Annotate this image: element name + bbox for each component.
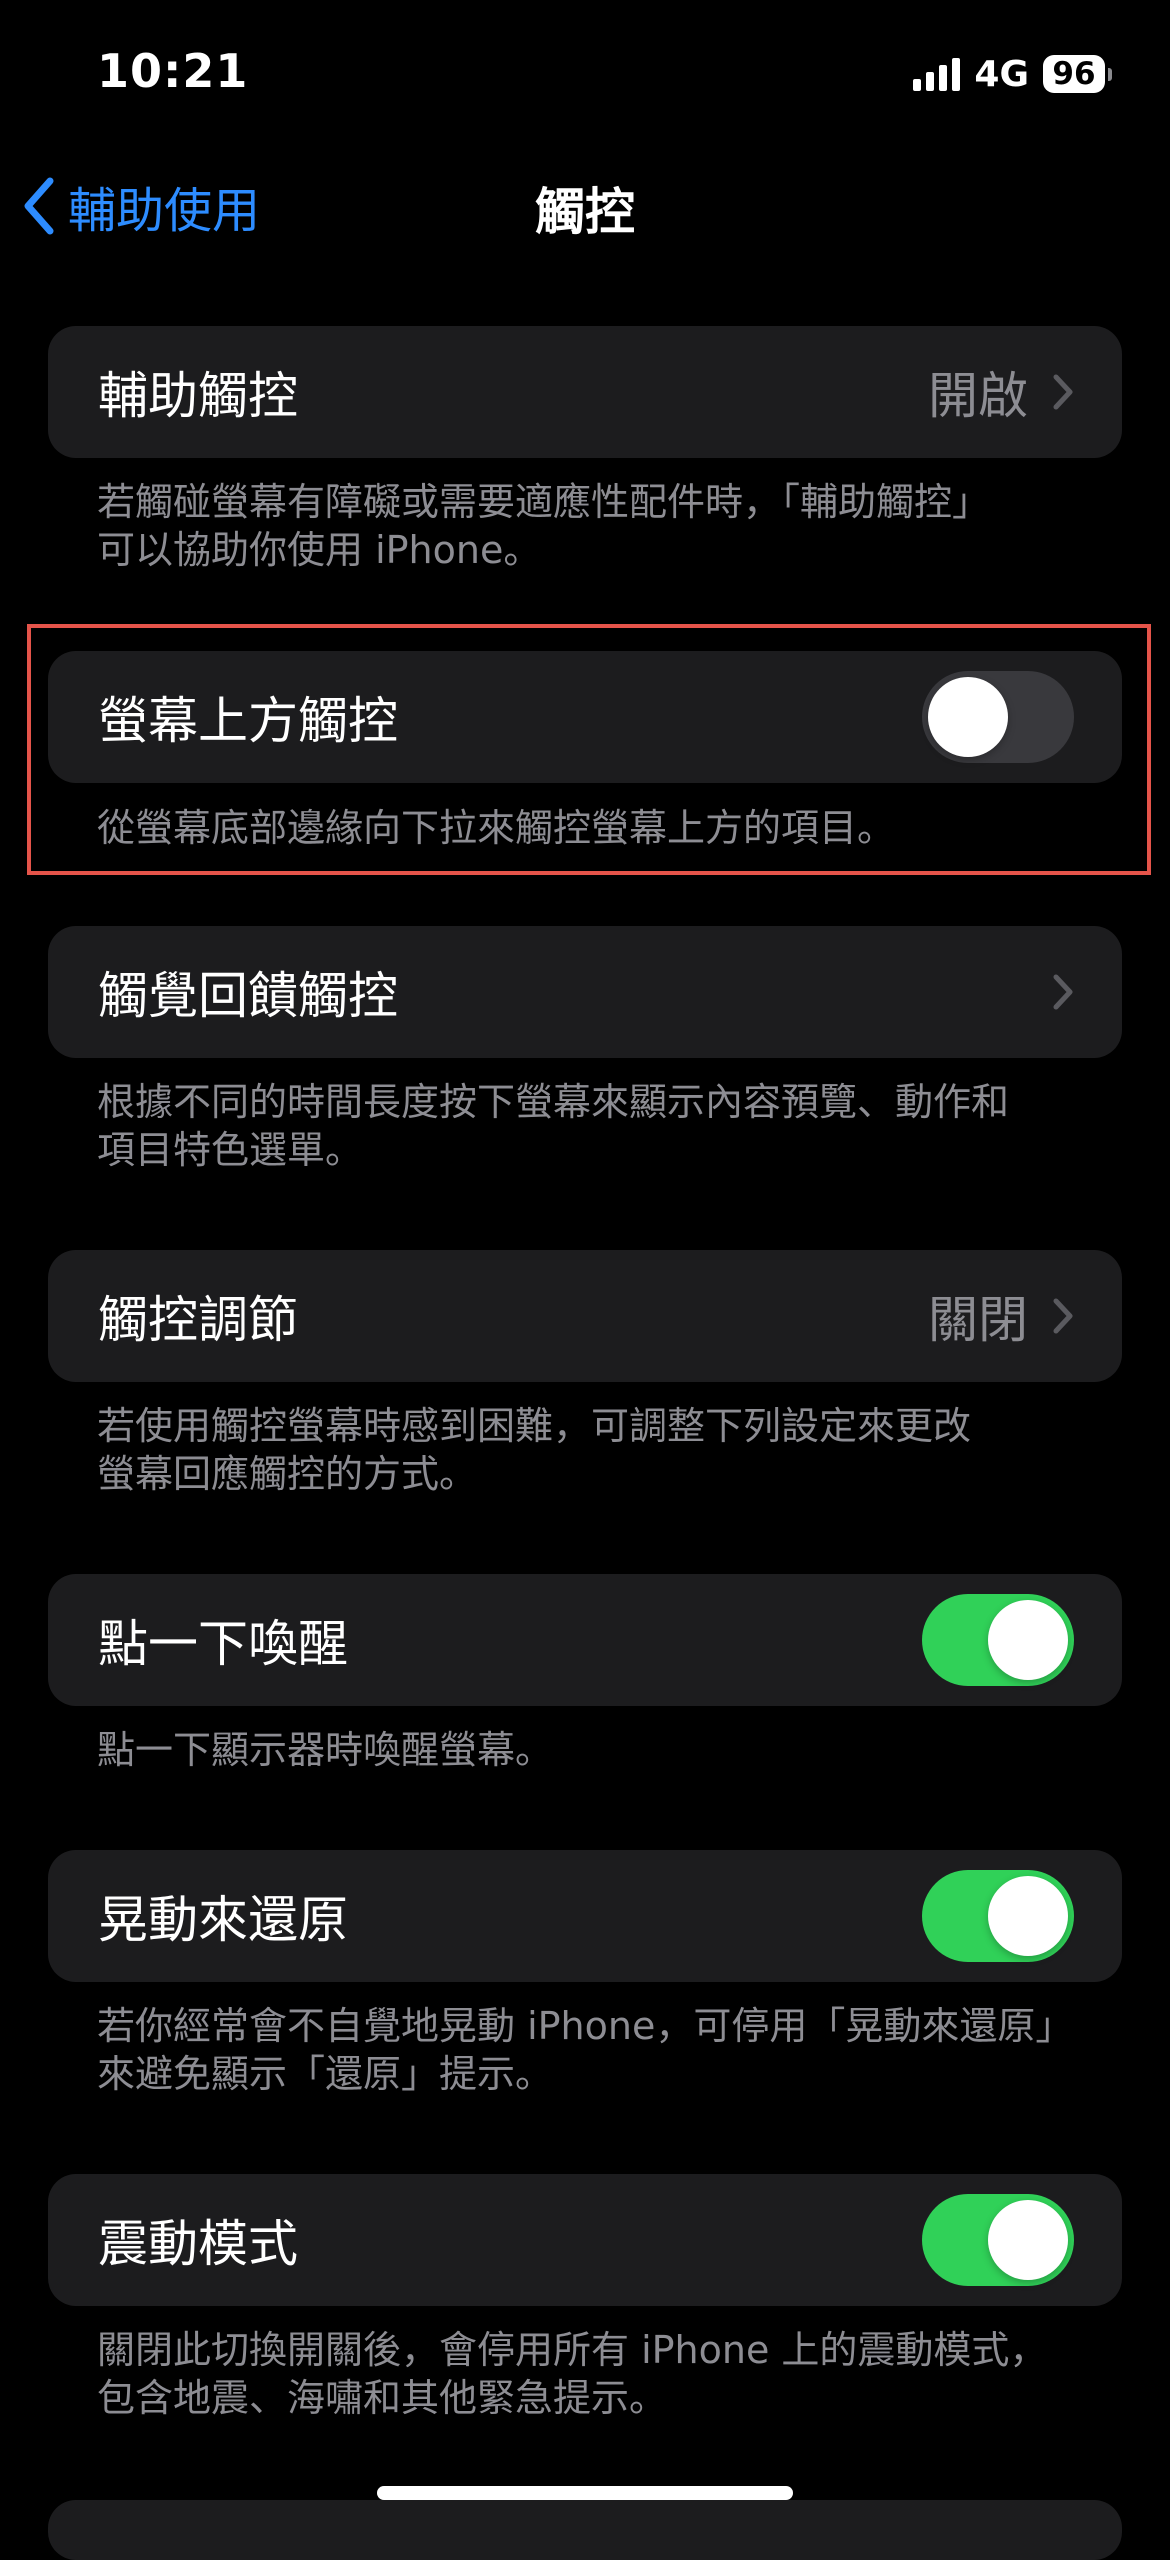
next-row-partial: [48, 2500, 1122, 2560]
row-label: 輔助觸控: [98, 367, 298, 425]
row-footnote: 根據不同的時間長度按下螢幕來顯示內容預覽、動作和 項目特色選單。: [97, 1078, 1097, 1174]
vibration-toggle[interactable]: [922, 2194, 1074, 2286]
haptic-touch-row[interactable]: 觸覺回饋觸控: [48, 926, 1122, 1058]
row-label: 點一下喚醒: [98, 1615, 348, 1673]
footnote-line: 關閉此切換開關後，會停用所有 iPhone 上的震動模式，: [97, 2328, 1048, 2372]
shake-to-undo-toggle[interactable]: [922, 1870, 1074, 1962]
assistive-touch-row[interactable]: 輔助觸控 開啟: [48, 326, 1122, 458]
chevron-right-icon: [1052, 373, 1074, 411]
toggle-knob: [988, 1600, 1068, 1680]
footnote-line: 可以協助你使用 iPhone。: [97, 528, 542, 572]
home-indicator: [377, 2486, 793, 2500]
reachability-row: 螢幕上方觸控: [48, 651, 1122, 783]
footnote-line: 從螢幕底部邊緣向下拉來觸控螢幕上方的項目。: [97, 806, 896, 850]
status-bar: 10:21 4G 96: [0, 0, 1170, 150]
row-footnote: 從螢幕底部邊緣向下拉來觸控螢幕上方的項目。: [97, 804, 1097, 852]
row-footnote: 若使用觸控螢幕時感到困難，可調整下列設定來更改 螢幕回應觸控的方式。: [97, 1402, 1097, 1498]
row-footnote: 若觸碰螢幕有障礙或需要適應性配件時，「輔助觸控」 可以協助你使用 iPhone。: [97, 478, 1097, 574]
footnote-line: 來避免顯示「還原」提示。: [97, 2052, 554, 2096]
footnote-line: 若觸碰螢幕有障礙或需要適應性配件時，「輔助觸控」: [97, 480, 991, 524]
footnote-line: 項目特色選單。: [97, 1128, 364, 1172]
footnote-line: 若你經常會不自覺地晃動 iPhone，可停用「晃動來還原」: [97, 2004, 1074, 2048]
toggle-knob: [988, 1876, 1068, 1956]
signal-icon: [913, 57, 961, 91]
battery-level: 96: [1043, 55, 1105, 93]
footnote-line: 包含地震、海嘯和其他緊急提示。: [97, 2376, 668, 2420]
row-label: 觸覺回饋觸控: [98, 967, 398, 1025]
row-label: 螢幕上方觸控: [98, 692, 398, 750]
chevron-right-icon: [1052, 1297, 1074, 1335]
vibration-row: 震動模式: [48, 2174, 1122, 2306]
row-label: 晃動來還原: [98, 1891, 348, 1949]
row-label: 觸控調節: [98, 1291, 298, 1349]
toggle-knob: [928, 677, 1008, 757]
footnote-line: 若使用觸控螢幕時感到困難，可調整下列設定來更改: [97, 1404, 972, 1448]
touch-accommodations-row[interactable]: 觸控調節 關閉: [48, 1250, 1122, 1382]
status-indicators: 4G 96: [913, 52, 1112, 96]
toggle-knob: [988, 2200, 1068, 2280]
row-footnote: 點一下顯示器時喚醒螢幕。: [97, 1726, 1097, 1774]
shake-to-undo-row: 晃動來還原: [48, 1850, 1122, 1982]
reachability-toggle[interactable]: [922, 671, 1074, 763]
footnote-line: 螢幕回應觸控的方式。: [97, 1452, 478, 1496]
row-value: 開啟: [928, 367, 1028, 425]
footnote-line: 根據不同的時間長度按下螢幕來顯示內容預覽、動作和: [97, 1080, 1010, 1124]
page-title: 觸控: [535, 183, 635, 241]
status-time: 10:21: [97, 44, 249, 98]
footnote-line: 點一下顯示器時喚醒螢幕。: [97, 1728, 554, 1772]
chevron-right-icon: [1052, 973, 1074, 1011]
row-footnote: 關閉此切換開關後，會停用所有 iPhone 上的震動模式， 包含地震、海嘯和其他…: [97, 2326, 1097, 2422]
tap-to-wake-row: 點一下喚醒: [48, 1574, 1122, 1706]
battery-icon: 96: [1043, 55, 1112, 93]
row-label: 震動模式: [98, 2215, 298, 2273]
row-footnote: 若你經常會不自覺地晃動 iPhone，可停用「晃動來還原」 來避免顯示「還原」提…: [97, 2002, 1097, 2098]
tap-to-wake-toggle[interactable]: [922, 1594, 1074, 1686]
network-label: 4G: [974, 53, 1029, 95]
row-value: 關閉: [928, 1291, 1028, 1349]
